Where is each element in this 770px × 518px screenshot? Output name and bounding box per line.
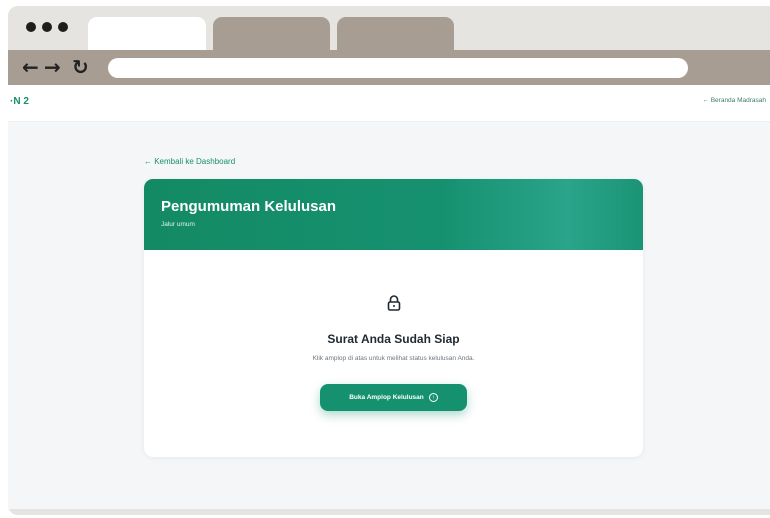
- reload-icon[interactable]: ↻: [72, 54, 89, 80]
- announcement-card: Pengumuman Kelulusan Jalur umum Surat An…: [144, 179, 643, 457]
- browser-tab-3[interactable]: [337, 17, 454, 50]
- browser-tab-active[interactable]: [88, 17, 206, 50]
- lock-icon: [387, 295, 401, 311]
- close-window-dot[interactable]: [26, 22, 36, 32]
- card-title: Pengumuman Kelulusan: [161, 198, 337, 215]
- back-to-dashboard-link[interactable]: ← Kembali ke Dashboard: [144, 157, 235, 166]
- back-arrow-icon[interactable]: ←: [22, 54, 39, 80]
- tab-bar: [8, 6, 770, 50]
- address-bar[interactable]: [108, 58, 688, 78]
- open-envelope-button-label: Buka Amplop Kelulusan: [349, 394, 424, 401]
- maximize-window-dot[interactable]: [58, 22, 68, 32]
- browser-window: ← → ↻ ·N 2 ← Beranda Madrasah ← Kembali …: [8, 6, 770, 515]
- page-viewport: ·N 2 ← Beranda Madrasah ← Kembali ke Das…: [8, 85, 770, 509]
- site-header: ·N 2 ← Beranda Madrasah: [8, 85, 770, 122]
- ready-title: Surat Anda Sudah Siap: [327, 332, 460, 346]
- browser-toolbar: ← → ↻: [8, 50, 770, 85]
- site-brand[interactable]: ·N 2: [10, 96, 29, 107]
- ready-description: Klik amplop di atas untuk melihat status…: [312, 355, 475, 362]
- card-header: Pengumuman Kelulusan Jalur umum: [144, 179, 643, 250]
- arrow-circle-icon: ↑: [428, 393, 438, 402]
- forward-arrow-icon[interactable]: →: [44, 54, 61, 80]
- open-envelope-button[interactable]: Buka Amplop Kelulusan ↑: [320, 384, 467, 411]
- browser-tab-2[interactable]: [213, 17, 330, 50]
- home-link[interactable]: ← Beranda Madrasah: [702, 97, 766, 104]
- card-subtitle: Jalur umum: [161, 221, 195, 228]
- window-controls: [26, 22, 68, 32]
- minimize-window-dot[interactable]: [42, 22, 52, 32]
